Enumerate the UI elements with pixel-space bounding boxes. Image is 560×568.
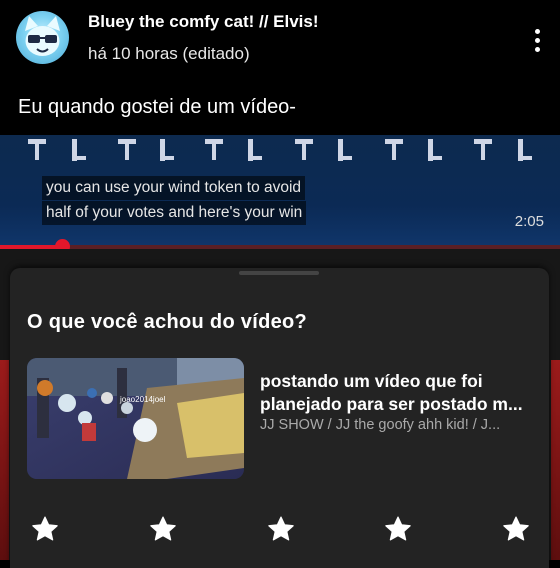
cat-avatar-icon [25, 16, 60, 56]
player-name-tag: joao2014joel [119, 395, 166, 404]
star-rating-button-3[interactable] [264, 512, 298, 546]
more-vertical-icon-dot [534, 37, 540, 43]
rating-bottom-sheet: O que você achou do vídeo? joao2014joel … [10, 268, 549, 568]
video-title-line-1: postando um vídeo que foi [260, 371, 483, 391]
post-header: Bluey the comfy cat! // Elvis! há 10 hor… [0, 0, 560, 85]
caption-line-2: half of your votes and here's your win [42, 201, 307, 225]
video-duration: 2:05 [514, 213, 544, 230]
star-icon [503, 516, 529, 541]
star-icon [32, 516, 58, 541]
background-red-strip [0, 360, 9, 560]
game-screenshot-image: joao2014joel [27, 358, 244, 479]
star-rating-button-5[interactable] [499, 512, 533, 546]
video-title[interactable]: postando um vídeo que foi planejado para… [260, 370, 535, 416]
post-timestamp: há 10 horas (editado) [88, 44, 250, 63]
video-background-pattern [28, 139, 532, 161]
video-channel[interactable]: JJ SHOW / JJ the goofy ahh kid! / J... [260, 417, 535, 433]
background-red-strip [551, 360, 560, 560]
author-name[interactable]: Bluey the comfy cat! // Elvis! [88, 12, 319, 32]
more-vertical-icon [534, 28, 540, 34]
video-thumbnail[interactable]: joao2014joel [27, 358, 244, 479]
embedded-video[interactable]: you can use your wind token to avoid hal… [0, 135, 560, 263]
star-icon [150, 516, 176, 541]
video-title-line-2: planejado para ser postado m... [260, 394, 523, 414]
star-rating-button-2[interactable] [146, 512, 180, 546]
star-icon [385, 516, 411, 541]
more-options-button[interactable] [522, 20, 552, 60]
star-rating-button-4[interactable] [381, 512, 415, 546]
caption-line-1: you can use your wind token to avoid [42, 176, 306, 200]
star-icon [267, 516, 294, 541]
video-caption: you can use your wind token to avoid hal… [42, 176, 307, 226]
more-vertical-icon-dot [534, 46, 540, 52]
sheet-drag-handle[interactable] [239, 271, 319, 275]
star-rating-button-1[interactable] [28, 512, 62, 546]
post-text: Eu quando gostei de um vídeo- [18, 96, 296, 118]
star-rating [28, 512, 533, 546]
avatar[interactable] [16, 11, 69, 64]
rating-prompt-title: O que você achou do vídeo? [27, 311, 308, 333]
